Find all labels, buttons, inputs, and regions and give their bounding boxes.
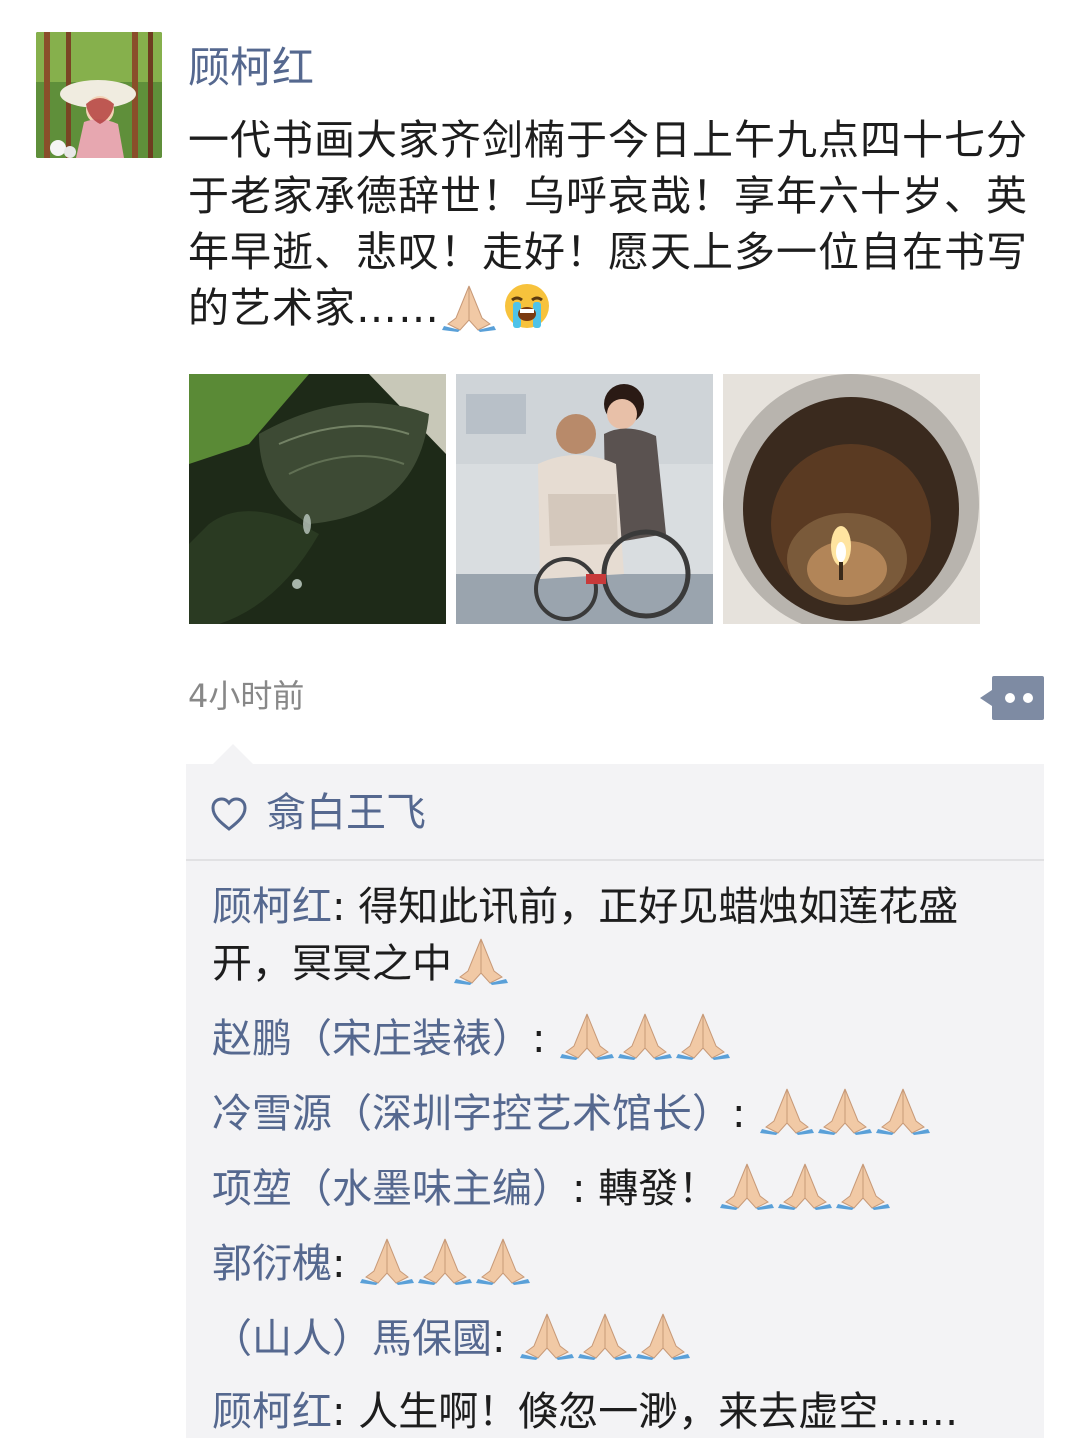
comment-item[interactable]: 冷雪源（深圳字控艺术馆长）: xyxy=(212,1085,1032,1142)
folded-hands-emoji xyxy=(676,1013,731,1060)
loudly-crying-face-emoji xyxy=(505,284,549,328)
photo-grid xyxy=(189,374,980,624)
comment-separator: : xyxy=(332,1389,359,1435)
folded-hands-emoji xyxy=(418,1238,473,1285)
comment-box-arrow xyxy=(213,744,253,764)
folded-hands-emoji xyxy=(618,1013,673,1060)
photo-leaf-raindrop[interactable] xyxy=(189,374,446,624)
folded-hands-emoji xyxy=(476,1238,531,1285)
comment-more-icon xyxy=(980,676,1044,720)
post-timestamp: 4小时前 xyxy=(188,677,305,715)
comment-author[interactable]: 顾柯红 xyxy=(212,1389,332,1435)
avatar-image xyxy=(36,32,162,158)
heart-icon xyxy=(211,797,247,831)
comment-more-button[interactable] xyxy=(980,676,1044,720)
comment-item[interactable]: 赵鹏（宋庄装裱）: xyxy=(212,1010,1032,1067)
folded-hands-emoji xyxy=(560,1013,615,1060)
folded-hands-emoji xyxy=(818,1088,873,1135)
folded-hands-emoji xyxy=(636,1313,691,1360)
folded-hands-emoji xyxy=(442,285,496,332)
like-name[interactable]: 翕白王飞 xyxy=(266,788,426,838)
comment-item[interactable]: 项堃（水墨味主编）: 轉發！ xyxy=(212,1160,1032,1217)
photo-candle-flame[interactable] xyxy=(723,374,980,624)
comment-author[interactable]: 顾柯红 xyxy=(212,884,332,930)
moments-post: 顾柯红 一代书画大家齐剑楠于今日上午九点四十七分于老家承德辞世！乌呼哀哉！享年六… xyxy=(0,0,1080,1438)
comment-text: 人生啊！倏忽一渺，来去虚空…… xyxy=(358,1389,959,1435)
folded-hands-emoji xyxy=(760,1088,815,1135)
comment-item[interactable]: 郭衍槐: xyxy=(212,1235,1032,1292)
comment-author[interactable]: （山人）馬保國 xyxy=(212,1316,492,1362)
folded-hands-emoji xyxy=(720,1163,775,1210)
post-author[interactable]: 顾柯红 xyxy=(188,40,314,96)
comment-author[interactable]: 冷雪源（深圳字控艺术馆长） xyxy=(212,1091,732,1137)
comment-list: 顾柯红: 得知此讯前，正好见蜡烛如莲花盛开，冥冥之中赵鹏（宋庄装裱）: 冷雪源（… xyxy=(212,880,1032,1438)
comment-item[interactable]: （山人）馬保國: xyxy=(212,1310,1032,1367)
comment-author[interactable]: 项堃（水墨味主编） xyxy=(212,1166,572,1212)
avatar[interactable] xyxy=(36,32,162,158)
photo-couple-wheelchair[interactable] xyxy=(456,374,713,624)
folded-hands-emoji xyxy=(778,1163,833,1210)
comment-author[interactable]: 郭衍槐 xyxy=(212,1241,332,1287)
post-text: 一代书画大家齐剑楠于今日上午九点四十七分于老家承德辞世！乌呼哀哉！享年六十岁、英… xyxy=(188,112,1028,336)
post-text-content: 一代书画大家齐剑楠于今日上午九点四十七分于老家承德辞世！乌呼哀哉！享年六十岁、英… xyxy=(188,116,1028,332)
comment-item[interactable]: 顾柯红: 人生啊！倏忽一渺，来去虚空…… xyxy=(212,1385,1032,1438)
folded-hands-emoji xyxy=(876,1088,931,1135)
folded-hands-emoji xyxy=(454,938,508,985)
comment-section: 翕白王飞 顾柯红: 得知此讯前，正好见蜡烛如莲花盛开，冥冥之中赵鹏（宋庄装裱）:… xyxy=(186,764,1044,1438)
comment-separator: : xyxy=(572,1166,599,1212)
comment-author[interactable]: 赵鹏（宋庄装裱） xyxy=(212,1016,532,1062)
comment-separator: : xyxy=(732,1091,759,1137)
comment-separator: : xyxy=(332,1241,359,1287)
folded-hands-emoji xyxy=(520,1313,575,1360)
comment-separator: : xyxy=(332,884,359,930)
folded-hands-emoji xyxy=(360,1238,415,1285)
folded-hands-emoji xyxy=(836,1163,891,1210)
comment-text: 轉發！ xyxy=(598,1166,719,1212)
folded-hands-emoji xyxy=(578,1313,633,1360)
comment-separator: : xyxy=(532,1016,559,1062)
comment-item[interactable]: 顾柯红: 得知此讯前，正好见蜡烛如莲花盛开，冥冥之中 xyxy=(212,880,1032,992)
comment-separator: : xyxy=(492,1316,519,1362)
likes-row: 翕白王飞 xyxy=(186,764,1044,861)
